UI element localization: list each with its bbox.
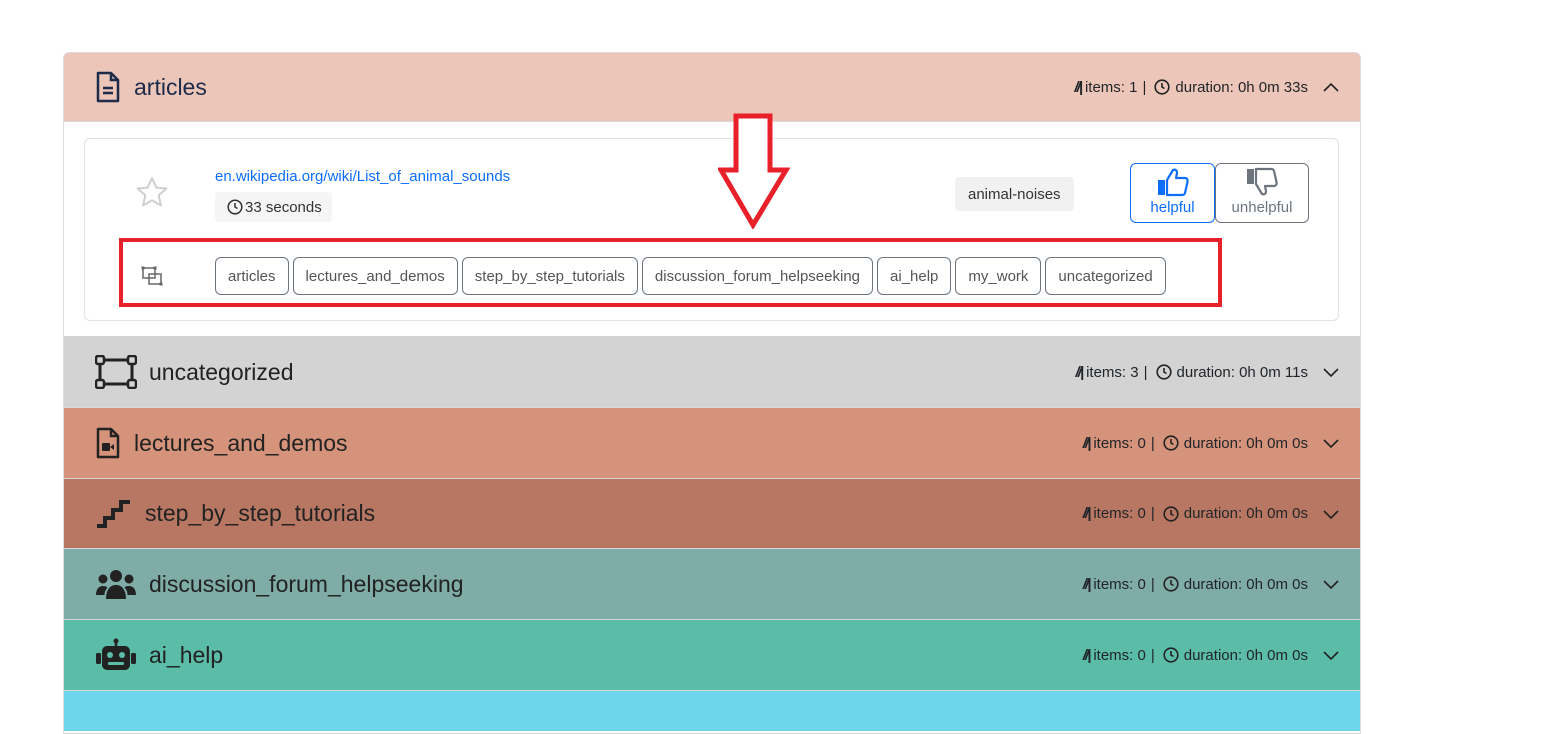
robot-icon	[95, 638, 137, 672]
chevron-down-icon[interactable]	[1322, 366, 1340, 378]
items-count: 0	[1137, 434, 1146, 452]
category-meta: //| items: 0 | duration: 0h 0m 0s	[1083, 576, 1340, 593]
items-count-icon: //|	[1075, 363, 1084, 381]
items-count-icon: //|	[1082, 434, 1091, 452]
clock-icon	[1155, 364, 1172, 380]
category-title: discussion_forum_helpseeking	[149, 570, 464, 597]
duration-value: 0h 0m 0s	[1246, 646, 1308, 664]
tag-chip[interactable]: animal-noises	[955, 177, 1074, 211]
category-title: lectures_and_demos	[134, 429, 348, 456]
stairs-icon	[95, 499, 133, 529]
items-count-icon: //|	[1082, 646, 1091, 664]
category-meta: //| items: 0 | duration: 0h 0m 0s	[1083, 647, 1340, 664]
chevron-down-icon[interactable]	[1322, 649, 1340, 661]
file-text-icon	[95, 71, 121, 103]
chevron-down-icon[interactable]	[1322, 508, 1340, 520]
annotation-highlight-box	[119, 238, 1222, 307]
chevron-up-icon[interactable]	[1322, 81, 1340, 93]
people-icon	[95, 568, 137, 600]
clock-icon	[1154, 79, 1171, 95]
clock-icon	[1163, 647, 1179, 663]
clock-icon	[1163, 505, 1179, 522]
duration-badge: 33 seconds	[215, 192, 332, 222]
category-meta: //| items: 0 | duration: 0h 0m 0s	[1083, 505, 1340, 522]
category-header-lectures-and-demos[interactable]: lectures_and_demos //| items: 0 | durati…	[64, 408, 1360, 479]
bounding-box-icon	[95, 355, 137, 389]
items-count: 1	[1129, 78, 1138, 96]
clock-icon	[1163, 576, 1179, 592]
category-title: articles	[134, 73, 207, 100]
file-video-icon	[95, 427, 121, 459]
chevron-down-icon[interactable]	[1322, 437, 1340, 449]
category-title: ai_help	[149, 641, 224, 668]
category-header-ai-help[interactable]: ai_help //| items: 0 | duration: 0h 0m 0…	[64, 620, 1360, 691]
category-header-discussion-forum-helpseeking[interactable]: discussion_forum_helpseeking //| items: …	[64, 549, 1360, 620]
category-header-uncategorized[interactable]: uncategorized //| items: 3 | duration: 0…	[64, 337, 1360, 408]
category-header-next[interactable]	[64, 691, 1360, 731]
items-count: 3	[1130, 363, 1139, 381]
category-title: uncategorized	[149, 358, 294, 385]
chevron-down-icon[interactable]	[1322, 578, 1340, 590]
items-count: 0	[1137, 575, 1146, 593]
duration-value: 0h 0m 33s	[1237, 78, 1308, 96]
duration-value: 0h 0m 11s	[1239, 363, 1308, 381]
star-icon[interactable]	[135, 176, 169, 213]
thumbs-up-icon	[1157, 168, 1189, 197]
items-count-icon: //|	[1082, 505, 1091, 522]
items-count-icon: //|	[1074, 78, 1082, 96]
category-accordion: articles //| items: 1 | duration: 0h 0m …	[63, 52, 1361, 734]
category-meta: //| items: 0 | duration: 0h 0m 0s	[1083, 435, 1340, 452]
items-count-icon: //|	[1082, 575, 1091, 593]
category-meta: //| items: 1 | duration: 0h 0m 33s	[1074, 79, 1340, 96]
clock-icon	[1163, 435, 1179, 451]
category-meta: //| items: 3 | duration: 0h 0m 11s	[1076, 364, 1340, 381]
article-link[interactable]: en.wikipedia.org/wiki/List_of_animal_sou…	[215, 168, 510, 185]
items-count: 0	[1137, 505, 1146, 522]
duration-value: 0h 0m 0s	[1246, 505, 1308, 522]
helpful-button[interactable]: helpful	[1130, 163, 1215, 223]
duration-value: 0h 0m 0s	[1246, 434, 1308, 452]
unhelpful-button[interactable]: unhelpful	[1215, 163, 1309, 223]
category-header-step-by-step-tutorials[interactable]: step_by_step_tutorials //| items: 0 | du…	[64, 479, 1360, 549]
clock-icon	[227, 199, 243, 215]
category-title: step_by_step_tutorials	[145, 500, 376, 526]
items-count: 0	[1137, 646, 1146, 664]
category-header-articles[interactable]: articles //| items: 1 | duration: 0h 0m …	[64, 53, 1360, 122]
duration-value: 0h 0m 0s	[1246, 575, 1308, 593]
annotation-down-arrow	[718, 113, 790, 229]
thumbs-down-icon	[1247, 167, 1278, 196]
